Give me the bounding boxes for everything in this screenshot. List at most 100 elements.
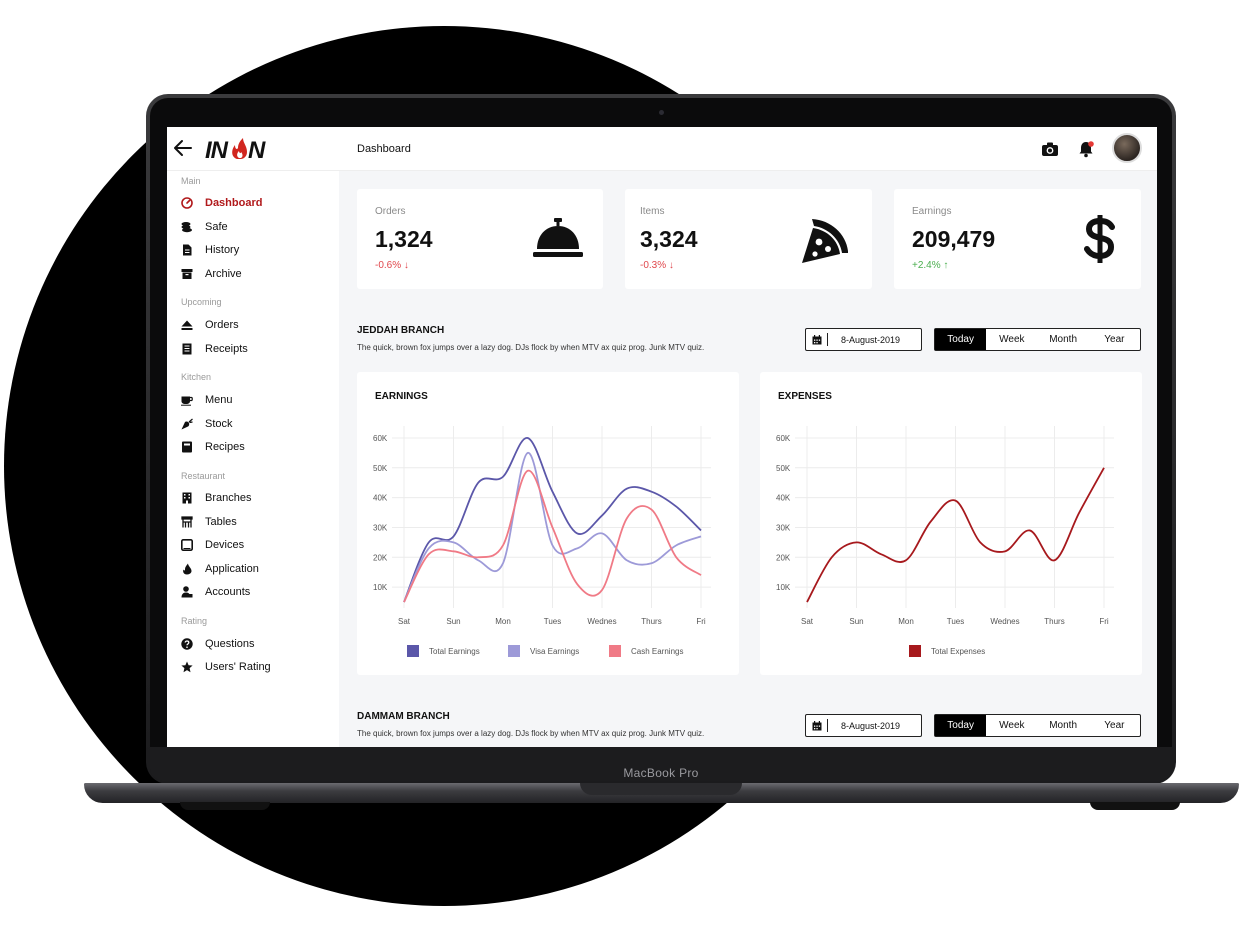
sidebar-item-branches[interactable]: Branches xyxy=(181,490,251,506)
sidebar-item-label: Stock xyxy=(205,418,233,430)
sidebar-section-kitchen: Kitchen xyxy=(181,372,212,382)
screen: IN N Dashboard Main Dashboard Safe Histo… xyxy=(167,127,1157,747)
building-icon xyxy=(182,492,192,504)
x-tick-label: Sat xyxy=(398,617,411,626)
legend-label: Total Earnings xyxy=(429,646,480,656)
y-tick-label: 40K xyxy=(373,494,388,503)
y-tick-label: 20K xyxy=(776,553,791,562)
back-arrow-icon[interactable] xyxy=(173,139,193,157)
flame-icon xyxy=(183,563,192,575)
y-tick-label: 10K xyxy=(776,583,791,592)
avatar[interactable] xyxy=(1112,133,1142,163)
book-icon xyxy=(182,441,192,453)
branch-description: The quick, brown fox jumps over a lazy d… xyxy=(357,729,705,738)
stat-card-orders: Orders 1,324 -0.6% ↓ xyxy=(357,189,603,289)
carrot-icon xyxy=(181,418,193,430)
date-picker[interactable]: 8-August-2019 xyxy=(805,714,922,737)
sidebar-item-label: Tables xyxy=(205,516,237,528)
chart-title: EARNINGS xyxy=(375,391,428,402)
app-logo[interactable]: IN N xyxy=(205,136,275,162)
x-tick-label: Tues xyxy=(544,617,562,626)
sidebar-section-main: Main xyxy=(181,176,201,186)
x-tick-label: Tues xyxy=(947,617,965,626)
legend-item-visa: Visa Earnings xyxy=(508,645,579,657)
sidebar-item-application[interactable]: Application xyxy=(181,561,259,577)
y-tick-label: 60K xyxy=(373,434,388,443)
sidebar-item-recipes[interactable]: Recipes xyxy=(181,439,245,455)
stat-value: 1,324 xyxy=(375,226,433,252)
y-tick-label: 40K xyxy=(776,494,791,503)
range-today-button[interactable]: Today xyxy=(935,715,987,736)
stat-delta: -0.6% ↓ xyxy=(375,260,409,271)
sidebar-item-questions[interactable]: Questions xyxy=(181,636,255,652)
legend-swatch xyxy=(909,645,921,657)
sidebar-item-users-rating[interactable]: Users' Rating xyxy=(181,659,271,675)
legend-label: Total Expenses xyxy=(931,646,986,656)
range-week-button[interactable]: Week xyxy=(986,715,1037,736)
sidebar-item-safe[interactable]: Safe xyxy=(181,219,228,235)
stat-value: 3,324 xyxy=(640,226,698,252)
sidebar-item-orders[interactable]: Orders xyxy=(181,317,239,333)
range-today-button[interactable]: Today xyxy=(935,329,987,350)
stat-label: Earnings xyxy=(912,206,952,217)
archive-icon xyxy=(181,269,193,279)
y-tick-label: 10K xyxy=(373,583,388,592)
tablet-icon xyxy=(181,539,193,551)
sidebar-item-label: Accounts xyxy=(205,586,251,598)
y-tick-label: 30K xyxy=(373,523,388,532)
legend-item-expenses: Total Expenses xyxy=(909,645,985,657)
legend-label: Visa Earnings xyxy=(530,646,580,656)
sidebar-section-rating: Rating xyxy=(181,616,208,626)
stat-delta: +2.4% ↑ xyxy=(912,260,949,271)
device-brand: MacBook Pro xyxy=(623,766,699,780)
camera-icon[interactable] xyxy=(1041,140,1059,158)
x-tick-label: Sun xyxy=(849,617,863,626)
stat-value: 209,479 xyxy=(912,226,996,252)
x-tick-label: Wednes xyxy=(990,617,1019,626)
sidebar-item-history[interactable]: History xyxy=(181,242,239,258)
sidebar-item-dashboard[interactable]: Dashboard xyxy=(181,195,262,211)
eject-icon xyxy=(181,320,193,330)
branch-title: JEDDAH BRANCH xyxy=(357,325,445,336)
x-tick-label: Thurs xyxy=(1044,617,1064,626)
stat-label: Orders xyxy=(375,206,406,217)
stat-card-items: Items 3,324 -0.3% ↓ xyxy=(625,189,872,289)
sidebar-item-stock[interactable]: Stock xyxy=(181,416,233,432)
date-picker[interactable]: 8-August-2019 xyxy=(805,328,922,351)
sidebar-item-label: Recipes xyxy=(205,441,245,453)
y-tick-label: 30K xyxy=(776,523,791,532)
sidebar-item-label: Application xyxy=(205,563,259,575)
sidebar-item-label: Questions xyxy=(205,638,255,650)
range-selector: Today Week Month Year xyxy=(934,328,1141,351)
sidebar-item-menu[interactable]: Menu xyxy=(181,392,233,408)
sidebar-item-label: Safe xyxy=(205,221,228,233)
coins-icon xyxy=(181,222,192,233)
sidebar-item-label: Receipts xyxy=(205,343,248,355)
dollar-icon xyxy=(1084,215,1115,263)
x-tick-label: Sat xyxy=(801,617,814,626)
range-year-button[interactable]: Year xyxy=(1089,715,1140,736)
sidebar-item-tables[interactable]: Tables xyxy=(181,514,237,530)
range-month-button[interactable]: Month xyxy=(1038,329,1089,350)
x-tick-label: Wednes xyxy=(587,617,616,626)
sidebar-item-label: Orders xyxy=(205,319,239,331)
sidebar-item-devices[interactable]: Devices xyxy=(181,537,244,553)
legend-swatch xyxy=(407,645,419,657)
expenses-chart: Sat Sun Mon Tues Wednes Thurs Fri 10K 20K 30K 40K 5… xyxy=(776,426,1114,626)
y-tick-label: 50K xyxy=(776,464,791,473)
sidebar-item-label: Dashboard xyxy=(205,197,263,209)
date-value: 8-August-2019 xyxy=(841,720,901,731)
user-tie-icon xyxy=(181,586,193,598)
laptop-foot xyxy=(180,802,270,810)
sidebar-item-receipts[interactable]: Receipts xyxy=(181,341,248,357)
range-week-button[interactable]: Week xyxy=(986,329,1037,350)
range-year-button[interactable]: Year xyxy=(1089,329,1140,350)
bell-icon[interactable] xyxy=(1077,140,1095,158)
svg-text:IN: IN xyxy=(205,137,229,162)
sidebar-section-restaurant: Restaurant xyxy=(181,471,226,481)
table-icon xyxy=(181,516,193,528)
sidebar-item-archive[interactable]: Archive xyxy=(181,266,242,282)
earnings-chart-card: EARNINGS Sat Sun Mon Tues Wednes Thurs Fri 10K 2… xyxy=(357,372,739,675)
sidebar-item-accounts[interactable]: Accounts xyxy=(181,584,250,600)
range-month-button[interactable]: Month xyxy=(1038,715,1089,736)
